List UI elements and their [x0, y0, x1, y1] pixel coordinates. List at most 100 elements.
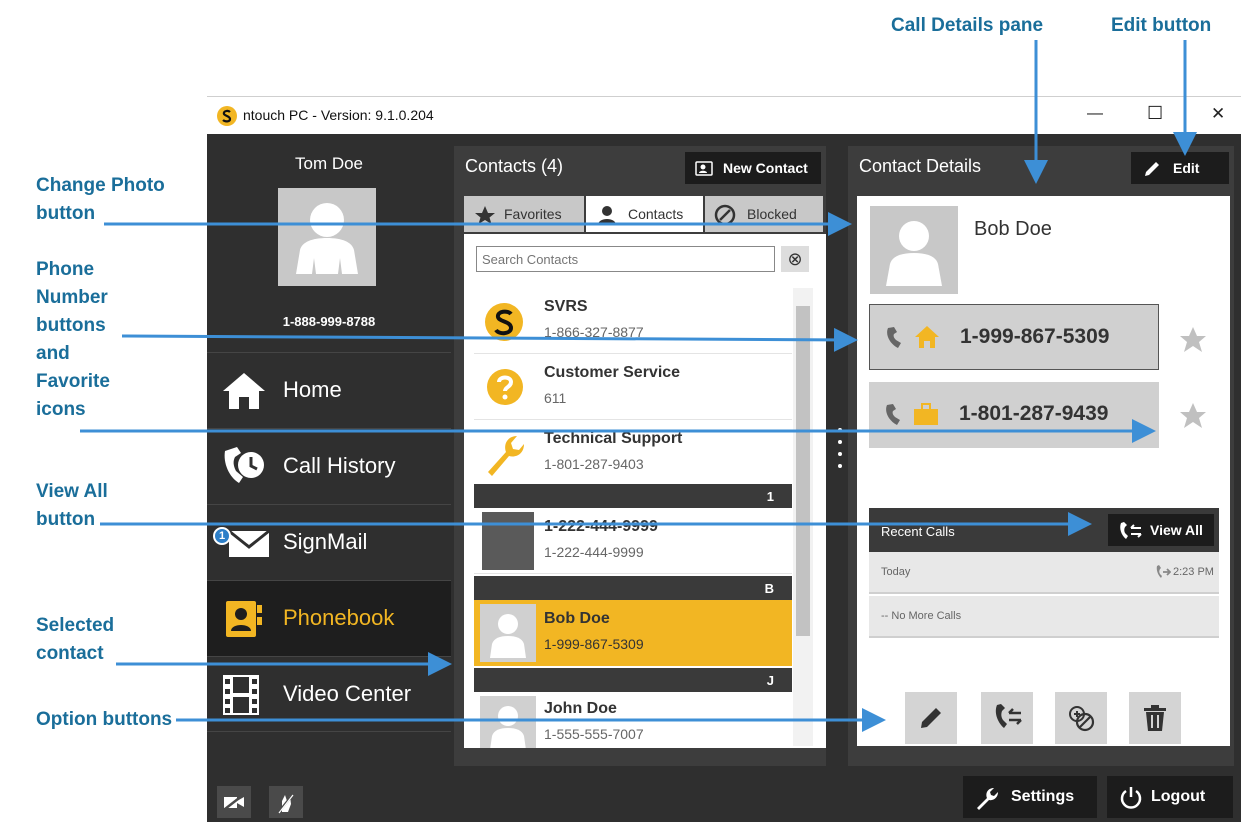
block-contact-button[interactable] [1055, 692, 1107, 744]
list-item[interactable]: Technical Support 1-801-287-9403 [474, 420, 792, 486]
trash-icon [1144, 705, 1166, 731]
section-header: J [474, 668, 792, 692]
recent-call-row: -- No More Calls [869, 596, 1219, 638]
outgoing-call-icon [1156, 565, 1171, 578]
video-privacy-button[interactable] [217, 786, 251, 818]
briefcase-icon [914, 403, 938, 425]
contact-name: Bob Doe [544, 610, 610, 627]
recent-call-date: -- No More Calls [881, 610, 962, 622]
close-button[interactable]: ✕ [1211, 104, 1225, 124]
contact-photo [480, 696, 536, 748]
change-photo-button[interactable] [870, 206, 958, 294]
sidebar: Tom Doe 1-888-999-8788 Home Call History [207, 134, 451, 764]
callout-line: View All [36, 481, 108, 502]
camera-off-icon [224, 794, 244, 810]
person-silhouette-icon [490, 706, 526, 748]
phone-number-button[interactable]: 1-801-287-9439 [869, 382, 1159, 448]
phone-icon [887, 327, 901, 348]
settings-label: Settings [1011, 788, 1075, 805]
callout-line: buttons [36, 315, 106, 336]
callout-line: icons [36, 399, 86, 420]
phone-number-button[interactable]: 1-999-867-5309 [869, 304, 1159, 370]
nav-video-center[interactable]: Video Center [207, 656, 451, 732]
list-item[interactable]: John Doe 1-555-555-7007 [474, 692, 792, 748]
nav-signmail[interactable]: 1 SignMail [207, 504, 451, 580]
tab-contacts[interactable]: Contacts [586, 196, 703, 232]
callout-option-buttons: Option buttons [36, 709, 173, 730]
film-icon [223, 675, 259, 715]
title-bar: ntouch PC - Version: 9.1.0.204 — ☐ ✕ [207, 96, 1241, 134]
call-history-icon [224, 447, 264, 483]
new-contact-button[interactable]: New Contact [685, 152, 821, 184]
callout-line: Number [36, 287, 108, 308]
favorite-star-icon[interactable] [1179, 402, 1207, 430]
callout-selected-contact: Selected contact [36, 612, 114, 668]
scrollbar[interactable] [793, 288, 813, 746]
nav-label: SignMail [283, 529, 368, 554]
callout-line: Change Photo [36, 175, 165, 196]
callout-edit-button: Edit button [1111, 15, 1212, 36]
edit-contact-button[interactable] [905, 692, 957, 744]
recent-call-row[interactable]: Today 2:23 PM [869, 552, 1219, 594]
favorite-star-icon[interactable] [1179, 326, 1207, 354]
contact-phone: 1-999-867-5309 [544, 636, 644, 652]
logout-button[interactable]: Logout [1107, 776, 1233, 818]
contact-name: SVRS [544, 298, 588, 315]
contact-phone: 1-866-327-8877 [544, 324, 644, 340]
svrs-logo-icon [485, 303, 523, 341]
contacts-panel-title: Contacts (4) [465, 156, 564, 176]
scrollbar-thumb[interactable] [796, 306, 810, 636]
logout-label: Logout [1151, 788, 1206, 805]
contact-phone: 611 [544, 390, 567, 406]
signmail-badge: 1 [213, 527, 231, 545]
edit-button[interactable]: Edit [1131, 152, 1229, 184]
wrench-icon [488, 436, 524, 476]
callout-line: Favorite [36, 371, 110, 392]
list-item[interactable]: SVRS 1-866-327-8877 [474, 288, 792, 354]
details-panel-title: Contact Details [859, 156, 982, 176]
mute-button[interactable] [269, 786, 303, 818]
phone-icon [886, 404, 900, 425]
nav-phonebook[interactable]: Phonebook [207, 580, 451, 656]
person-icon [598, 206, 616, 225]
home-icon [915, 326, 939, 348]
window-title: ntouch PC - Version: 9.1.0.204 [243, 107, 434, 123]
section-letter: J [766, 673, 774, 688]
list-item[interactable]: Customer Service 611 [474, 354, 792, 420]
phone-number: 1-801-287-9439 [959, 402, 1109, 425]
contact-photo [480, 604, 536, 662]
recent-call-date: Today [881, 566, 911, 578]
edit-label: Edit [1173, 160, 1200, 176]
call-contact-button[interactable] [981, 692, 1033, 744]
callout-line: Selected [36, 615, 115, 636]
star-icon [475, 206, 495, 224]
view-all-button[interactable]: View All [1108, 514, 1214, 546]
maximize-button[interactable]: ☐ [1147, 103, 1163, 124]
nav-call-history[interactable]: Call History [207, 428, 451, 504]
search-input[interactable] [476, 246, 775, 272]
clear-search-button[interactable]: ⊗ [781, 246, 809, 272]
user-name: Tom Doe [294, 154, 364, 173]
callout-line: button [36, 509, 96, 530]
list-item[interactable]: 1-222-444-9999 1-222-444-9999 [474, 508, 792, 574]
callout-view-all: View All button [36, 478, 108, 534]
contact-name: Bob Doe [974, 218, 1052, 240]
callout-call-details-pane: Call Details pane [891, 15, 1044, 36]
nav-home[interactable]: Home [207, 352, 451, 428]
settings-button[interactable]: Settings [963, 776, 1097, 818]
tab-label: Blocked [747, 206, 797, 222]
user-avatar[interactable] [278, 188, 376, 286]
tab-favorites[interactable]: Favorites [464, 196, 584, 232]
tab-blocked[interactable]: Blocked [705, 196, 823, 232]
add-contact-icon [695, 161, 713, 176]
tab-label: Contacts [628, 206, 684, 222]
list-item-selected[interactable]: Bob Doe 1-999-867-5309 [474, 600, 792, 666]
contact-name: Technical Support [544, 430, 683, 447]
person-silhouette-icon [296, 203, 358, 274]
splitter-handle[interactable] [838, 428, 842, 488]
question-icon [487, 369, 523, 405]
minimize-button[interactable]: — [1087, 105, 1103, 123]
wrench-icon [977, 788, 998, 810]
callout-line: and [36, 343, 70, 364]
delete-contact-button[interactable] [1129, 692, 1181, 744]
